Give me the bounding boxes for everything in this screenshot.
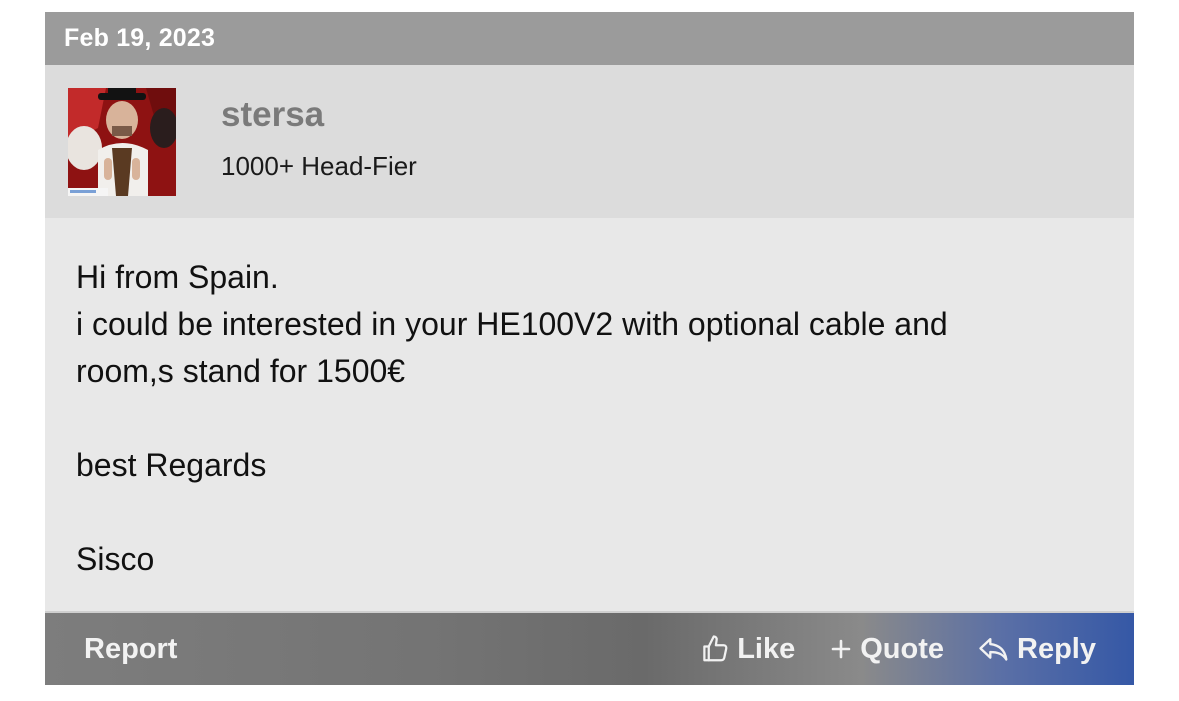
post-date: Feb 19, 2023: [64, 24, 216, 52]
post-line: room,s stand for 1500€: [76, 353, 406, 389]
post-line: best Regards: [76, 447, 267, 483]
post-date-bar: Feb 19, 2023: [45, 12, 1134, 65]
author-username[interactable]: stersa: [221, 95, 324, 135]
like-label: Like: [737, 632, 796, 665]
avatar[interactable]: [68, 88, 176, 196]
post-line: Sisco: [76, 541, 155, 577]
like-button[interactable]: Like: [700, 633, 795, 666]
forum-post: Feb 19, 2023 stersa 1000+ Head-Fier Hi f…: [45, 12, 1134, 686]
post-line: Hi from Spain.: [76, 259, 279, 295]
plus-icon: [829, 637, 853, 661]
reply-arrow-icon: [978, 634, 1010, 664]
post-action-bar: Report Like Quote Reply: [45, 613, 1134, 685]
post-line: [76, 395, 1103, 442]
quote-button[interactable]: Quote: [829, 633, 944, 666]
thumbs-up-icon: [700, 634, 730, 664]
post-body: Hi from Spain. i could be interested in …: [45, 218, 1134, 613]
post-line: [76, 489, 1103, 536]
post-actions: Like Quote Reply: [700, 633, 1096, 666]
reply-label: Reply: [1017, 632, 1096, 665]
reply-button[interactable]: Reply: [978, 633, 1096, 666]
author-title: 1000+ Head-Fier: [221, 151, 417, 181]
author-info: stersa 1000+ Head-Fier: [45, 65, 1134, 218]
report-button[interactable]: Report: [84, 633, 177, 666]
quote-label: Quote: [860, 632, 945, 665]
post-line: i could be interested in your HE100V2 wi…: [76, 306, 948, 342]
